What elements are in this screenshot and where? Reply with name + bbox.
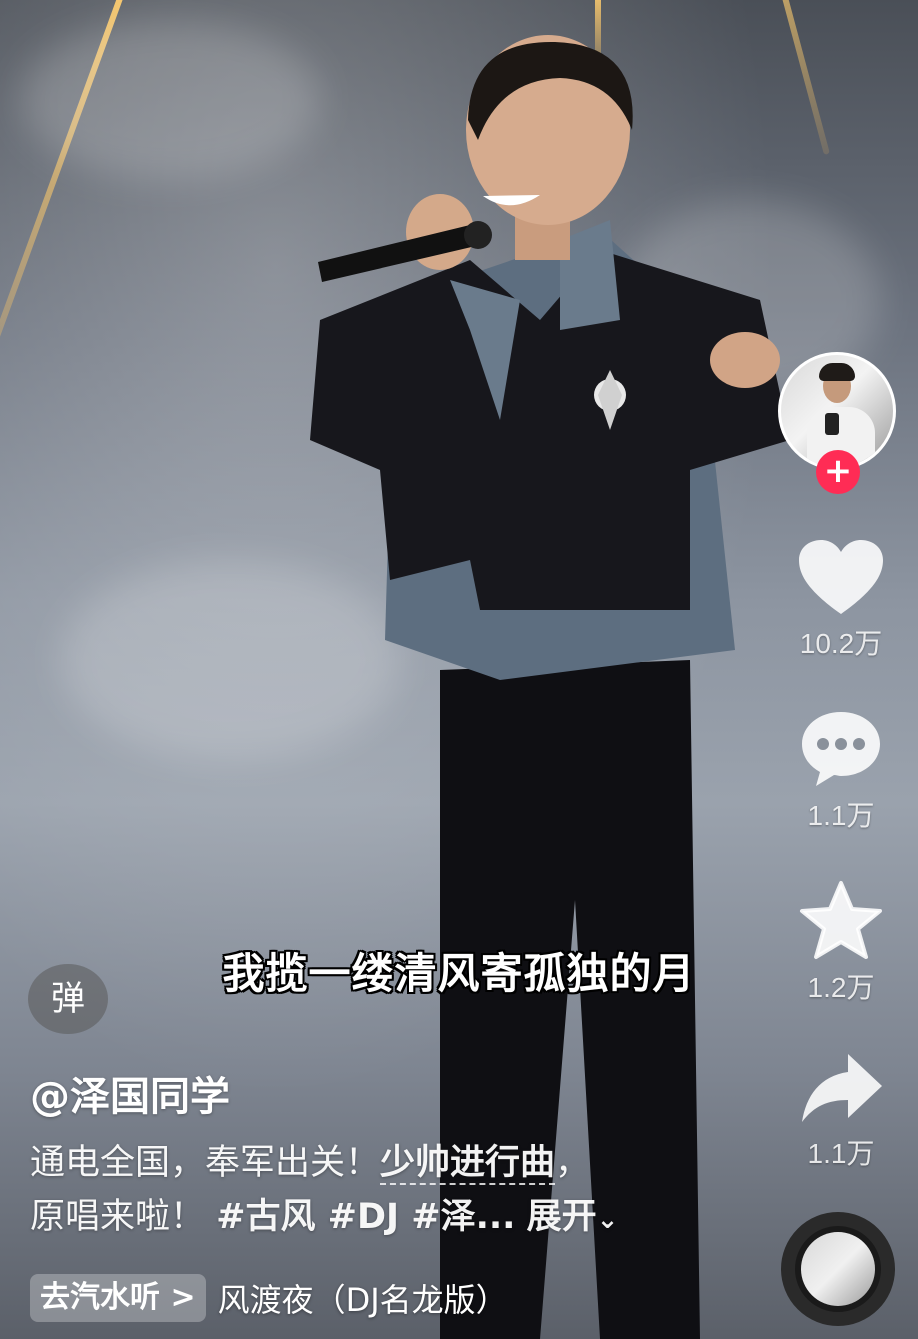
expand-label: 展开 (526, 1197, 597, 1237)
music-track-name[interactable]: 风渡夜（DJ名龙版） (218, 1275, 508, 1321)
share-count: 1.1万 (807, 1138, 875, 1169)
expand-button[interactable]: 展开⌄ (527, 1197, 619, 1237)
chevron-down-icon: ⌄ (596, 1205, 619, 1235)
music-disc-cover (801, 1232, 875, 1306)
video-description: 通电全国，奉军出关！少帅进行曲， 原唱来啦！ #古风 #DJ #泽... 展开⌄ (30, 1136, 670, 1247)
share-icon (802, 1054, 882, 1122)
description-text: 通电全国，奉军出关！ (30, 1143, 381, 1183)
open-qishui-button[interactable]: 去汽水听 > (30, 1274, 206, 1322)
hashtags[interactable]: #古风 #DJ #泽... (216, 1197, 515, 1237)
song-link[interactable]: 少帅进行曲 (380, 1143, 556, 1185)
share-button[interactable]: 1.1万 (780, 1050, 902, 1172)
video-subtitle: 我揽一缕清风寄孤独的月 (222, 949, 696, 998)
follow-button[interactable]: + (816, 450, 860, 494)
danmaku-toggle-button[interactable]: 弹 (28, 964, 108, 1034)
heart-icon (799, 540, 883, 614)
plus-icon: + (823, 451, 853, 491)
description-punct: ， (555, 1143, 591, 1183)
music-bar: 去汽水听 > 风渡夜（DJ名龙版） (30, 1272, 508, 1324)
comment-count: 1.1万 (807, 800, 875, 831)
author-username[interactable]: @泽国同学 (30, 1064, 230, 1122)
comment-icon (802, 712, 880, 786)
avatar-phone (825, 413, 839, 435)
comment-button[interactable]: 1.1万 (780, 708, 902, 834)
avatar-hair (819, 363, 855, 381)
description-text: 原唱来啦！ (30, 1197, 206, 1237)
like-count: 10.2万 (799, 628, 883, 659)
like-button[interactable]: 10.2万 (780, 538, 902, 662)
music-disc-icon[interactable] (781, 1212, 895, 1326)
